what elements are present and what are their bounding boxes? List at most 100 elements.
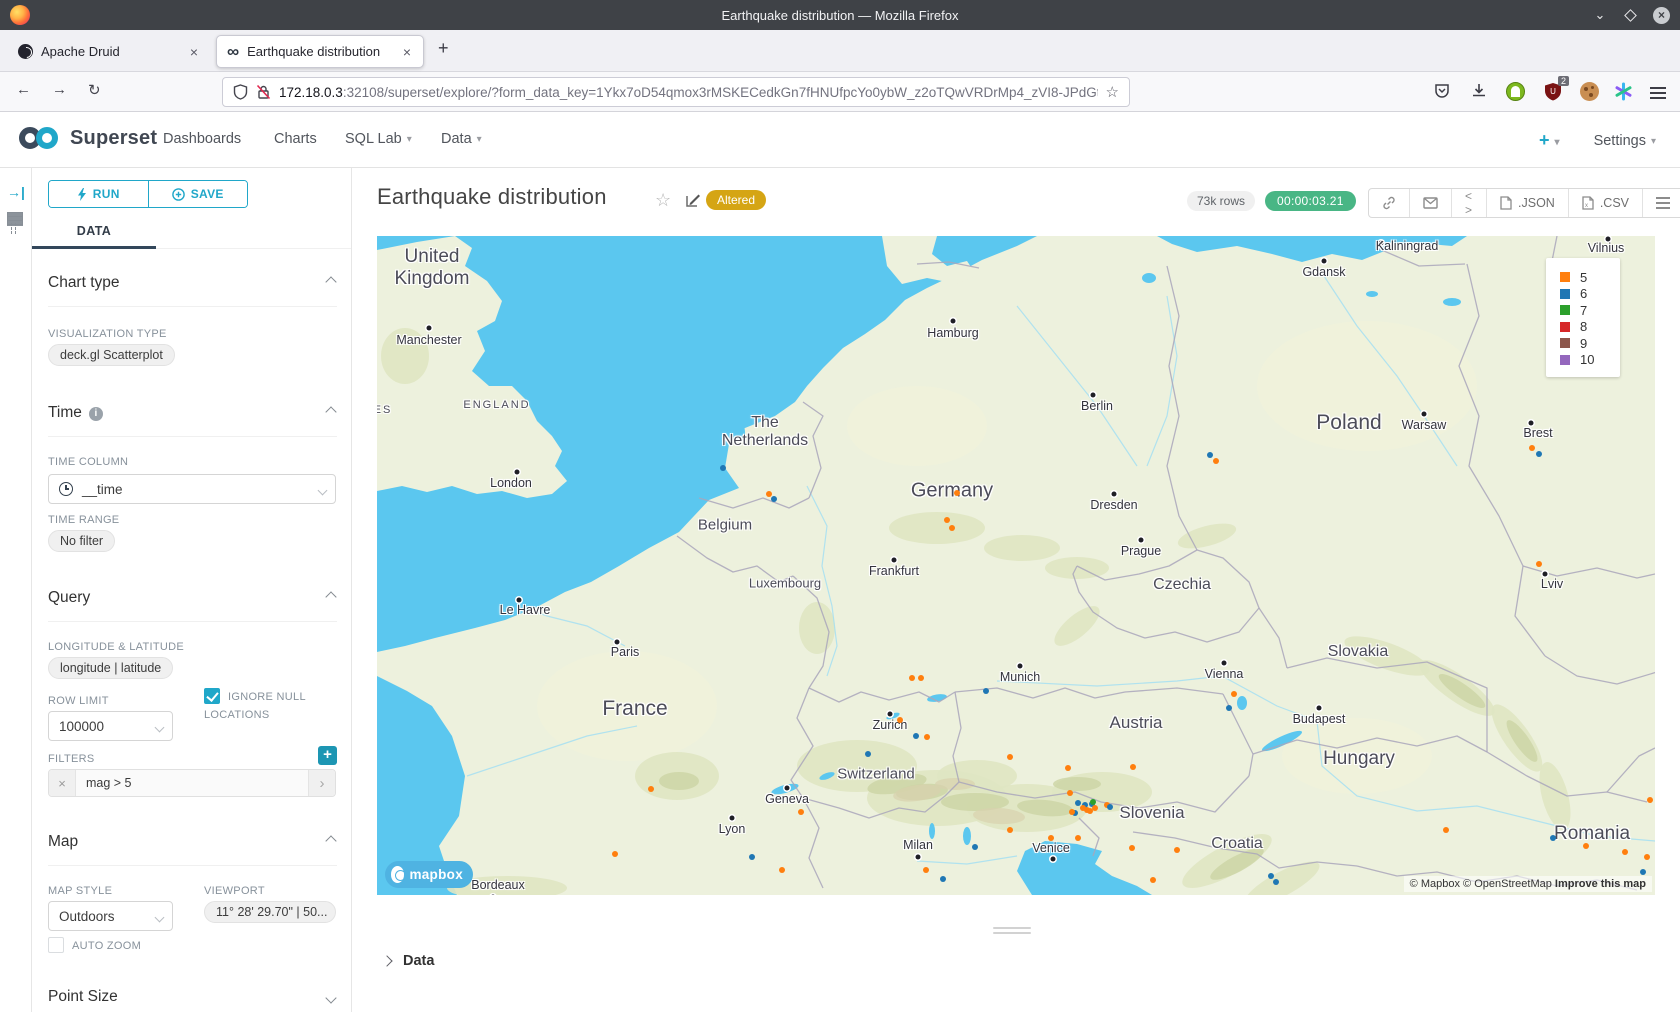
- scatter-point[interactable]: [1130, 764, 1136, 770]
- tracking-shield-icon[interactable]: [233, 84, 248, 100]
- scatter-point[interactable]: [1529, 445, 1535, 451]
- embed-code-button[interactable]: < >: [1452, 189, 1487, 217]
- scatter-point[interactable]: [1644, 854, 1650, 860]
- scatter-point[interactable]: [1067, 790, 1073, 796]
- viz-type-value[interactable]: deck.gl Scatterplot: [48, 344, 175, 366]
- scatter-point[interactable]: [913, 733, 919, 739]
- resize-handle[interactable]: [993, 927, 1031, 937]
- edit-properties-icon[interactable]: [686, 192, 701, 207]
- window-maximize-icon[interactable]: [1624, 9, 1637, 22]
- window-minimize-icon[interactable]: ⌄: [1592, 7, 1608, 23]
- scatter-point[interactable]: [1075, 835, 1081, 841]
- scatter-point[interactable]: [1443, 827, 1449, 833]
- remove-filter-icon[interactable]: ×: [49, 770, 76, 796]
- new-tab-button[interactable]: +: [438, 38, 449, 59]
- email-button[interactable]: [1410, 189, 1452, 217]
- scatter-point[interactable]: [1007, 827, 1013, 833]
- download-icon[interactable]: [1470, 82, 1488, 100]
- ghostery-extension-icon[interactable]: [1506, 82, 1525, 101]
- filter-expand-icon[interactable]: ›: [308, 770, 335, 796]
- scatter-point[interactable]: [949, 525, 955, 531]
- expand-panel-icon[interactable]: →|: [7, 184, 25, 200]
- favorite-star-icon[interactable]: ☆: [655, 190, 671, 211]
- scatter-point[interactable]: [798, 809, 804, 815]
- browser-tab-apache-druid[interactable]: Apache Druid ×: [8, 35, 210, 68]
- add-filter-button[interactable]: +: [318, 746, 337, 765]
- time-column-select[interactable]: __time: [48, 474, 336, 504]
- scatter-point[interactable]: [1226, 705, 1232, 711]
- scatter-point[interactable]: [940, 876, 946, 882]
- tab-close-icon[interactable]: ×: [188, 44, 200, 60]
- back-icon[interactable]: ←: [16, 81, 31, 98]
- export-json-button[interactable]: .JSON: [1487, 189, 1569, 217]
- url-bar[interactable]: 172.18.0.3:32108/superset/explore/?form_…: [222, 77, 1130, 107]
- scatter-point[interactable]: [1268, 873, 1274, 879]
- bookmark-star-icon[interactable]: ☆: [1106, 83, 1119, 101]
- auto-zoom-checkbox[interactable]: [48, 937, 64, 953]
- scatter-point[interactable]: [720, 465, 726, 471]
- scatter-point[interactable]: [749, 854, 755, 860]
- ublock-extension-icon[interactable]: U 2: [1544, 82, 1562, 101]
- firefox-menu-icon[interactable]: [1650, 84, 1666, 102]
- asterisk-extension-icon[interactable]: [1614, 82, 1633, 101]
- section-map[interactable]: Map: [48, 833, 337, 851]
- section-point-size[interactable]: Point Size: [48, 988, 337, 1006]
- row-limit-select[interactable]: 100000: [48, 711, 173, 741]
- mapbox-attribution-link[interactable]: © Mapbox: [1410, 878, 1460, 890]
- scatter-point[interactable]: [1174, 847, 1180, 853]
- scatter-point[interactable]: [1048, 835, 1054, 841]
- cookie-extension-icon[interactable]: [1580, 82, 1599, 101]
- osm-attribution-link[interactable]: © OpenStreetMap: [1463, 878, 1552, 890]
- chart-title[interactable]: Earthquake distribution: [377, 184, 607, 210]
- scatter-point[interactable]: [1647, 797, 1653, 803]
- browser-tab-earthquake-distribution[interactable]: ∞ Earthquake distribution ×: [216, 35, 424, 68]
- scatter-point[interactable]: [1069, 809, 1075, 815]
- tab-data[interactable]: DATA: [32, 216, 156, 249]
- improve-map-link[interactable]: Improve this map: [1555, 878, 1646, 890]
- scatter-point[interactable]: [944, 517, 950, 523]
- nav-item-sql-lab[interactable]: SQL Lab▾: [345, 131, 412, 147]
- scatter-point[interactable]: [909, 675, 915, 681]
- scatter-point[interactable]: [1213, 458, 1219, 464]
- navbar-settings-menu[interactable]: Settings▾: [1594, 133, 1656, 149]
- deckgl-map[interactable]: UnitedKingdomENGLANDESTheNetherlandsGerm…: [377, 236, 1655, 895]
- scatter-point[interactable]: [1065, 765, 1071, 771]
- scatter-point[interactable]: [1092, 805, 1098, 811]
- scatter-point[interactable]: [972, 844, 978, 850]
- scatter-point[interactable]: [918, 675, 924, 681]
- scatter-point[interactable]: [648, 786, 654, 792]
- navbar-add-button[interactable]: +▾: [1539, 130, 1560, 151]
- scatter-point[interactable]: [1007, 754, 1013, 760]
- superset-logo[interactable]: Superset: [16, 125, 157, 151]
- tab-close-icon[interactable]: ×: [401, 44, 413, 60]
- scatter-point[interactable]: [1150, 877, 1156, 883]
- time-range-value[interactable]: No filter: [48, 530, 115, 552]
- save-button[interactable]: SAVE: [148, 181, 248, 207]
- data-section-toggle[interactable]: Data: [383, 953, 434, 969]
- scatter-point[interactable]: [897, 717, 903, 723]
- scatter-point[interactable]: [1536, 561, 1542, 567]
- scatter-point[interactable]: [1583, 843, 1589, 849]
- pocket-icon[interactable]: [1433, 82, 1451, 100]
- scatter-point[interactable]: [983, 688, 989, 694]
- window-close-icon[interactable]: ×: [1653, 7, 1670, 24]
- scatter-point[interactable]: [924, 734, 930, 740]
- scatter-point[interactable]: [1273, 879, 1279, 885]
- mapbox-logo[interactable]: mapbox: [385, 861, 473, 888]
- insecure-lock-icon[interactable]: [256, 84, 271, 100]
- forward-icon[interactable]: →: [52, 81, 67, 98]
- reload-icon[interactable]: ↻: [88, 81, 101, 99]
- scatter-point[interactable]: [612, 851, 618, 857]
- scatter-point[interactable]: [923, 867, 929, 873]
- section-query[interactable]: Query: [48, 589, 337, 607]
- scatter-point[interactable]: [954, 490, 960, 496]
- nav-item-data[interactable]: Data▾: [441, 131, 482, 147]
- viewport-value[interactable]: 11° 28' 29.70" | 50...: [204, 901, 336, 923]
- map-style-select[interactable]: Outdoors: [48, 901, 173, 931]
- scatter-point[interactable]: [1640, 869, 1646, 875]
- chart-menu-button[interactable]: [1643, 189, 1680, 217]
- section-time[interactable]: Timei: [48, 404, 337, 422]
- scatter-point[interactable]: [865, 751, 871, 757]
- export-csv-button[interactable]: x .CSV: [1569, 189, 1643, 217]
- share-link-button[interactable]: [1369, 189, 1410, 217]
